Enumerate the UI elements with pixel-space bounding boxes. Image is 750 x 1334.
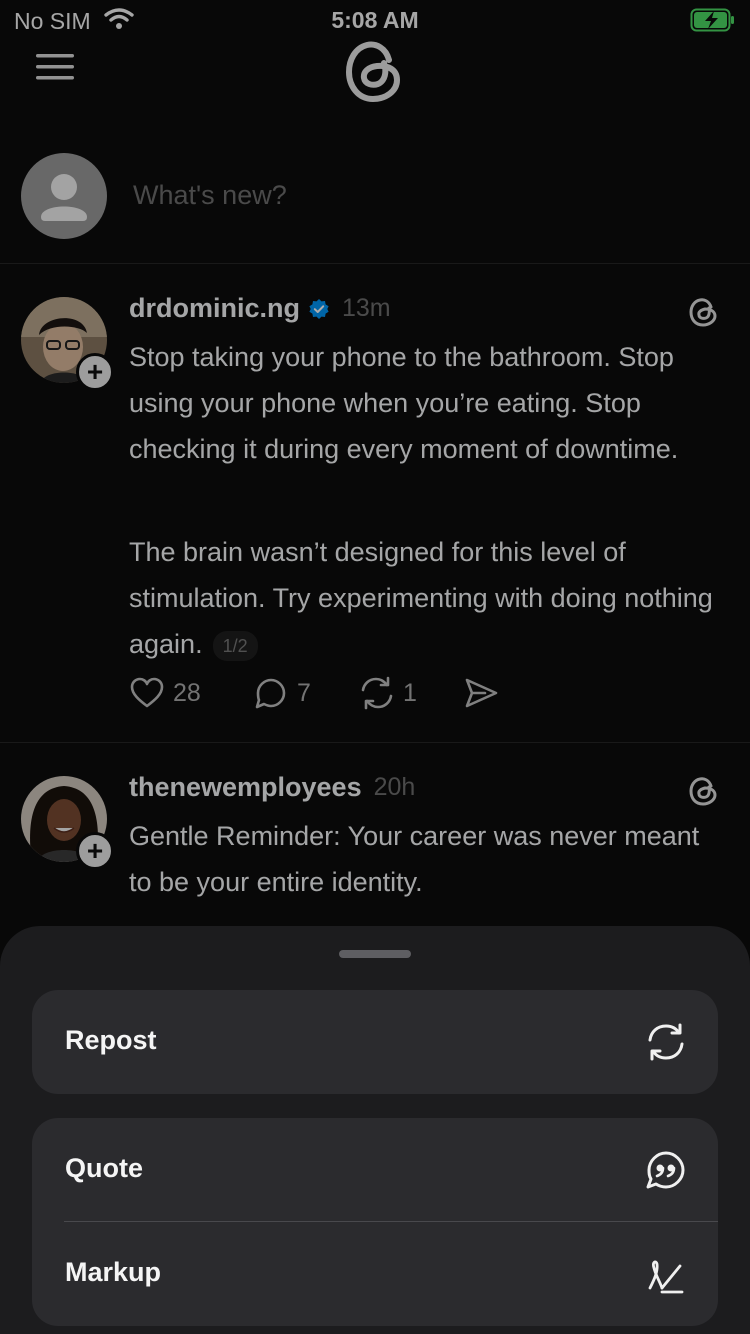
option-label: Repost (65, 1025, 157, 1055)
option-group: Repost (32, 990, 718, 1094)
option-label: Quote (65, 1153, 143, 1183)
markup-option[interactable]: Markup (32, 1222, 718, 1326)
quote-icon (646, 1151, 685, 1189)
sheet-grabber[interactable] (339, 950, 411, 958)
repost-option[interactable]: Repost (32, 990, 718, 1094)
repost-icon (648, 1023, 684, 1061)
markup-icon (648, 1260, 684, 1294)
option-label: Markup (65, 1257, 162, 1287)
quote-option[interactable]: Quote (32, 1118, 718, 1222)
repost-options-sheet: Repost Quote Markup (0, 926, 750, 1334)
option-group: Quote Markup (32, 1118, 718, 1326)
